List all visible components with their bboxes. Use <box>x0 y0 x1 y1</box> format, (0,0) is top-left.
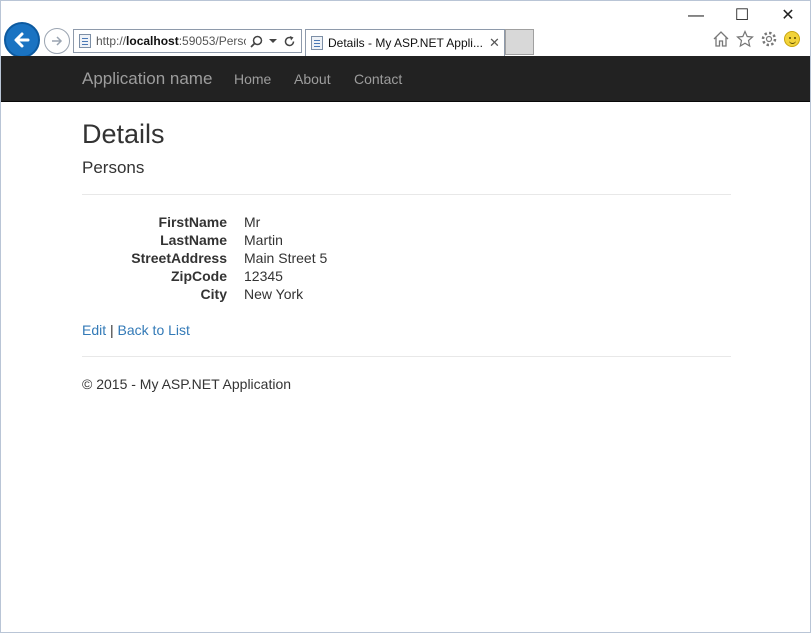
field-value: 12345 <box>244 268 283 284</box>
field-value: Martin <box>244 232 283 248</box>
field-label: LastName <box>160 232 227 248</box>
tab-title: Details - My ASP.NET Appli... <box>328 36 483 50</box>
smiley-icon[interactable] <box>784 31 800 47</box>
page-title: Details <box>82 119 165 149</box>
detail-row-streetaddress: StreetAddress Main Street 5 <box>82 250 731 268</box>
page-subtitle: Persons <box>82 158 145 177</box>
link-separator: | <box>110 322 114 338</box>
url-text[interactable]: http://localhost:59053/Persc <box>96 34 246 48</box>
field-label: City <box>200 286 227 302</box>
forward-arrow-icon <box>52 36 63 46</box>
nav-home-link[interactable]: Home <box>234 71 271 87</box>
field-label: FirstName <box>158 214 227 230</box>
action-links: Edit | Back to List <box>82 322 190 338</box>
maximize-button[interactable]: ☐ <box>719 5 765 27</box>
tab-close-icon[interactable]: ✕ <box>489 35 500 51</box>
detail-row-zipcode: ZipCode 12345 <box>82 268 731 286</box>
new-tab-button[interactable] <box>505 29 534 55</box>
footer-text: © 2015 - My ASP.NET Application <box>82 376 292 392</box>
search-icon[interactable] <box>250 35 263 48</box>
browser-window: — ☐ ✕ http://localhost:59053/Persc Detai… <box>0 0 811 633</box>
detail-row-firstname: FirstName Mr <box>82 214 731 232</box>
refresh-icon[interactable] <box>283 35 296 48</box>
close-window-button[interactable]: ✕ <box>765 5 811 27</box>
star-icon[interactable] <box>736 30 754 48</box>
minimize-button[interactable]: — <box>673 5 719 27</box>
edit-link[interactable]: Edit <box>82 322 106 338</box>
nav-contact-link[interactable]: Contact <box>354 71 402 87</box>
detail-row-lastname: LastName Martin <box>82 232 731 250</box>
field-value: Mr <box>244 214 261 230</box>
divider <box>82 194 731 195</box>
footer-divider <box>82 356 731 357</box>
tab-page-icon <box>311 36 323 50</box>
gear-icon[interactable] <box>760 30 778 48</box>
back-button[interactable] <box>4 22 40 58</box>
detail-row-city: City New York <box>82 286 731 304</box>
page-icon <box>79 34 91 48</box>
navbar: Application name Home About Contact <box>1 56 810 102</box>
dropdown-icon[interactable] <box>269 37 277 45</box>
back-arrow-icon <box>14 32 30 48</box>
browser-chrome: — ☐ ✕ http://localhost:59053/Persc Detai… <box>1 1 811 58</box>
field-value: New York <box>244 286 304 302</box>
nav-about-link[interactable]: About <box>294 71 331 87</box>
forward-button[interactable] <box>44 28 70 54</box>
field-value: Main Street 5 <box>244 250 328 266</box>
home-icon[interactable] <box>712 30 730 48</box>
field-label: ZipCode <box>171 268 227 284</box>
address-bar[interactable]: http://localhost:59053/Persc <box>73 29 302 53</box>
navbar-brand[interactable]: Application name <box>82 69 212 89</box>
browser-tab-active[interactable]: Details - My ASP.NET Appli... ✕ <box>305 29 505 56</box>
field-label: StreetAddress <box>131 250 227 266</box>
back-to-list-link[interactable]: Back to List <box>118 322 190 338</box>
